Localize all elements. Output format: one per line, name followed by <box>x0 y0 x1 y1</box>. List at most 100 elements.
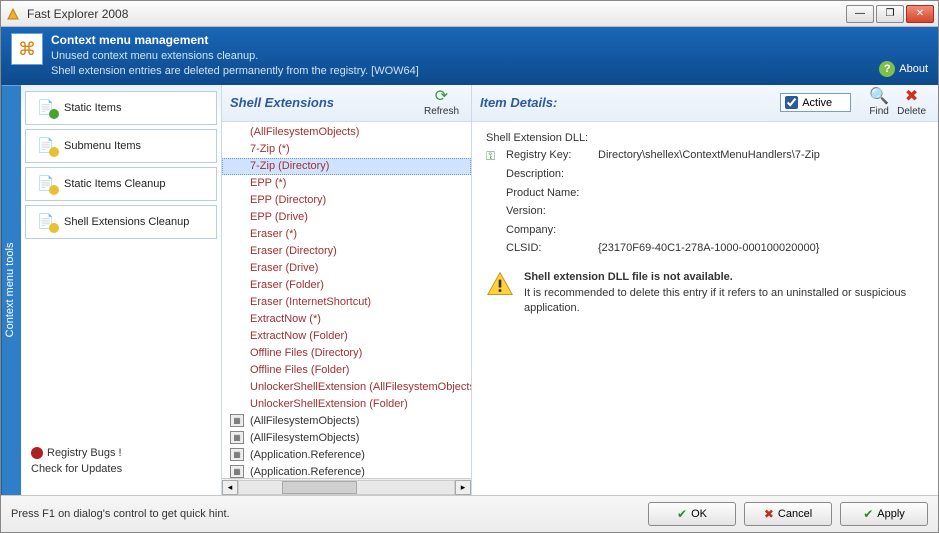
header-title: Context menu management <box>51 33 879 47</box>
panel-title: Shell Extensions <box>230 95 420 110</box>
list-item-label: EPP (*) <box>250 177 286 189</box>
list-item-label: UnlockerShellExtension (Folder) <box>250 398 408 410</box>
list-item-label: (Application.Reference) <box>250 466 365 478</box>
sidebar-item-submenu-items[interactable]: 📄 Submenu Items <box>25 129 217 163</box>
delete-icon: ✖ <box>905 89 918 105</box>
list-item-label: (Application.Reference) <box>250 449 365 461</box>
header-subtitle-2: Shell extension entries are deleted perm… <box>51 64 879 79</box>
list-item-label: Offline Files (Directory) <box>250 347 362 359</box>
scroll-right-arrow[interactable]: ▸ <box>455 480 471 495</box>
close-button[interactable]: ✕ <box>906 5 934 23</box>
list-item-label: (AllFilesystemObjects) <box>250 432 359 444</box>
list-item[interactable]: Offline Files (Folder) <box>222 362 471 379</box>
help-icon: ? <box>879 61 895 77</box>
list-item[interactable]: EPP (Directory) <box>222 192 471 209</box>
clsid-label: CLSID: <box>506 241 598 256</box>
main-area: Context menu tools 📄 Static Items 📄 Subm… <box>1 85 938 495</box>
about-link[interactable]: ? About <box>879 61 928 77</box>
list-item-label: Eraser (Folder) <box>250 279 324 291</box>
maximize-button[interactable]: ❐ <box>876 5 904 23</box>
key-icon: ⚿ <box>486 148 502 165</box>
active-checkbox-input[interactable] <box>785 96 798 109</box>
cancel-button[interactable]: ✖Cancel <box>744 502 832 526</box>
header-icon: ⌘ <box>11 33 43 65</box>
list-item-label: Eraser (Drive) <box>250 262 318 274</box>
list-item[interactable]: ▦(AllFilesystemObjects) <box>222 430 471 447</box>
list-item[interactable]: 7-Zip (Directory) <box>222 158 471 175</box>
item-icon: ▦ <box>230 414 244 427</box>
company-label: Company: <box>506 223 598 238</box>
apply-button[interactable]: ✔Apply <box>840 502 928 526</box>
header-subtitle-1: Unused context menu extensions cleanup. <box>51 49 879 64</box>
horizontal-scrollbar[interactable]: ◂ ▸ <box>222 478 471 495</box>
list-item-label: (AllFilesystemObjects) <box>250 126 359 138</box>
bottom-bar: Press F1 on dialog's control to get quic… <box>1 495 938 532</box>
warning-icon <box>486 270 514 298</box>
sidebar-item-shell-extensions-cleanup[interactable]: 📄 Shell Extensions Cleanup <box>25 205 217 239</box>
delete-button[interactable]: ✖ Delete <box>893 89 930 117</box>
list-item[interactable]: 7-Zip (*) <box>222 141 471 158</box>
folder-icon: 📄 <box>34 98 58 118</box>
warning-line-1: Shell extension DLL file is not availabl… <box>524 270 924 285</box>
refresh-icon: ⟳ <box>435 89 448 105</box>
header-band: ⌘ Context menu management Unused context… <box>1 27 938 85</box>
list-item-label: ExtractNow (*) <box>250 313 321 325</box>
list-item-label: EPP (Drive) <box>250 211 308 223</box>
dll-label: Shell Extension DLL: <box>486 132 924 144</box>
scroll-thumb[interactable] <box>282 481 357 494</box>
item-details-panel: Item Details: Active 🔍 Find ✖ Delete She… <box>471 85 938 495</box>
list-item[interactable]: ▦(Application.Reference) <box>222 447 471 464</box>
bug-icon <box>31 447 43 459</box>
check-icon: ✔ <box>863 507 873 521</box>
registry-bugs-link[interactable]: Registry Bugs ! <box>31 447 211 459</box>
find-button[interactable]: 🔍 Find <box>865 89 893 117</box>
list-item[interactable]: EPP (*) <box>222 175 471 192</box>
list-item[interactable]: UnlockerShellExtension (AllFilesystemObj… <box>222 379 471 396</box>
list-item-label: (AllFilesystemObjects) <box>250 415 359 427</box>
active-checkbox[interactable]: Active <box>780 93 851 112</box>
hint-text: Press F1 on dialog's control to get quic… <box>11 508 640 520</box>
app-icon <box>5 6 21 22</box>
extensions-list[interactable]: (AllFilesystemObjects) 7-Zip (*) 7-Zip (Di… <box>222 122 471 478</box>
list-item[interactable]: Eraser (Directory) <box>222 243 471 260</box>
window-title: Fast Explorer 2008 <box>27 7 846 21</box>
list-item-label: Offline Files (Folder) <box>250 364 349 376</box>
product-label: Product Name: <box>506 186 598 201</box>
warning-line-2: It is recommended to delete this entry i… <box>524 286 924 317</box>
list-item[interactable]: UnlockerShellExtension (Folder) <box>222 396 471 413</box>
list-item[interactable]: ▦ (Application.Reference) <box>222 464 471 478</box>
list-item[interactable]: ExtractNow (Folder) <box>222 328 471 345</box>
check-updates-link[interactable]: Check for Updates <box>31 463 211 475</box>
sidebar-item-static-items[interactable]: 📄 Static Items <box>25 91 217 125</box>
version-label: Version: <box>506 204 598 219</box>
list-item[interactable]: (AllFilesystemObjects) <box>222 124 471 141</box>
item-icon: ▦ <box>230 465 244 478</box>
side-tab-context-tools[interactable]: Context menu tools <box>1 85 21 495</box>
list-item[interactable]: Eraser (InternetShortcut) <box>222 294 471 311</box>
list-item[interactable]: Eraser (*) <box>222 226 471 243</box>
list-item[interactable]: Eraser (Folder) <box>222 277 471 294</box>
find-icon: 🔍 <box>869 89 889 105</box>
list-item[interactable]: ▦ (AllFilesystemObjects) <box>222 413 471 430</box>
clsid-value: {23170F69-40C1-278A-1000-000100020000} <box>598 241 924 256</box>
scroll-left-arrow[interactable]: ◂ <box>222 480 238 495</box>
list-item-label: 7-Zip (Directory) <box>250 160 329 172</box>
list-item-label: 7-Zip (*) <box>250 143 290 155</box>
list-item-label: UnlockerShellExtension (AllFilesystemObj… <box>250 381 471 393</box>
list-item[interactable]: ExtractNow (*) <box>222 311 471 328</box>
title-bar: Fast Explorer 2008 — ❐ ✕ <box>1 1 938 27</box>
minimize-button[interactable]: — <box>846 5 874 23</box>
sidebar: 📄 Static Items 📄 Submenu Items 📄 Static … <box>21 85 221 495</box>
list-item-label: Eraser (*) <box>250 228 297 240</box>
folder-icon: 📄 <box>34 212 58 232</box>
sidebar-item-static-cleanup[interactable]: 📄 Static Items Cleanup <box>25 167 217 201</box>
folder-icon: 📄 <box>34 136 58 156</box>
list-item-label: Eraser (InternetShortcut) <box>250 296 371 308</box>
list-item-label: EPP (Directory) <box>250 194 326 206</box>
list-item[interactable]: Offline Files (Directory) <box>222 345 471 362</box>
list-item[interactable]: EPP (Drive) <box>222 209 471 226</box>
ok-button[interactable]: ✔OK <box>648 502 736 526</box>
list-item-label: ExtractNow (Folder) <box>250 330 348 342</box>
refresh-button[interactable]: ⟳ Refresh <box>420 89 463 117</box>
list-item[interactable]: Eraser (Drive) <box>222 260 471 277</box>
